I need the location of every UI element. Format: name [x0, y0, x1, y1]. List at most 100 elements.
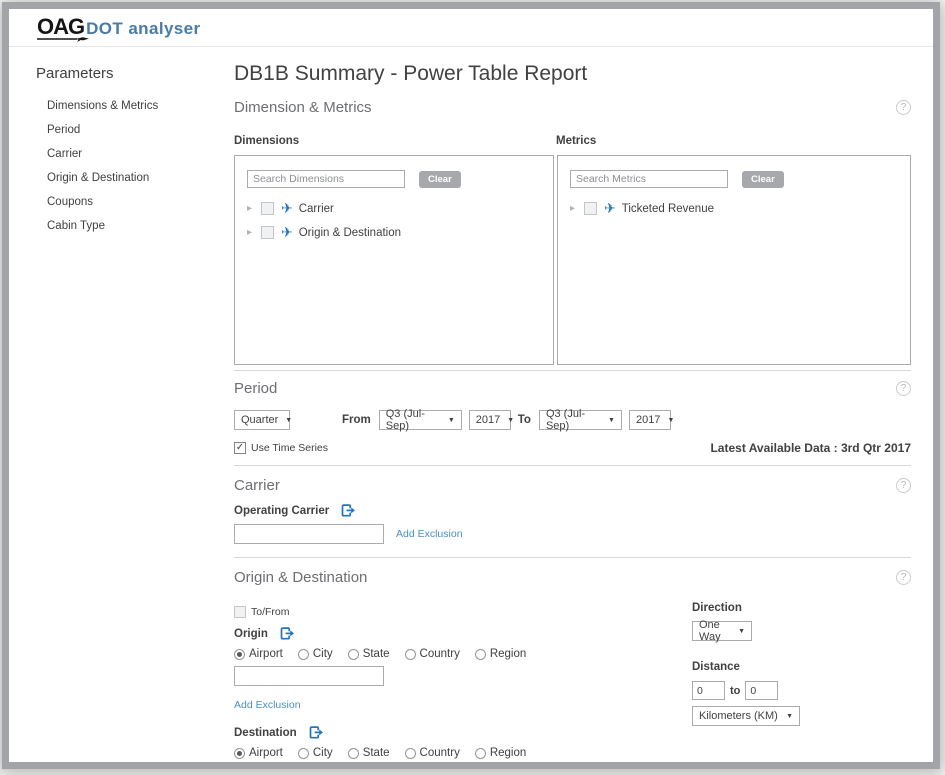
lookup-export-icon[interactable]: [341, 504, 356, 517]
origin-input[interactable]: [234, 666, 384, 686]
radio-label: State: [363, 747, 390, 759]
plane-icon: ✈: [604, 200, 616, 217]
radio-city[interactable]: [298, 748, 309, 759]
operating-carrier-input[interactable]: [234, 524, 384, 544]
distance-min-input[interactable]: [692, 681, 725, 700]
radio-option[interactable]: Airport: [234, 747, 283, 759]
clear-metrics-button[interactable]: Clear: [742, 171, 784, 188]
lookup-export-icon[interactable]: [309, 726, 324, 739]
dimension-metrics-section-head: Dimension & Metrics ?: [234, 99, 911, 116]
expand-caret-icon[interactable]: ▸: [247, 227, 259, 238]
radio-option[interactable]: City: [298, 747, 333, 759]
radio-label: Airport: [249, 747, 283, 759]
section-divider: [234, 465, 911, 466]
radio-option[interactable]: Airport: [234, 648, 283, 660]
radio-option[interactable]: State: [348, 648, 390, 660]
page-title: DB1B Summary - Power Table Report: [234, 62, 911, 86]
radio-city[interactable]: [298, 649, 309, 660]
carrier-input-row: Add Exclusion: [234, 524, 911, 544]
search-dimensions-input[interactable]: [247, 170, 405, 188]
dropdown-caret-icon: ▼: [786, 713, 793, 720]
origin-add-exclusion-link[interactable]: Add Exclusion: [234, 699, 301, 711]
expand-caret-icon[interactable]: ▸: [570, 203, 582, 214]
dropdown-caret-icon: ▼: [285, 417, 292, 424]
to-from-checkbox[interactable]: [234, 606, 246, 618]
period-title: Period: [234, 380, 277, 397]
dimensions-tree: ▸ ✈ Carrier ▸ ✈ Origin & Destination: [247, 200, 541, 241]
from-year-dropdown[interactable]: 2017 ▼: [469, 410, 511, 430]
od-section-head: Origin & Destination ?: [234, 569, 911, 586]
radio-region[interactable]: [475, 649, 486, 660]
plane-underline-icon: [37, 35, 89, 43]
to-year-dropdown[interactable]: 2017 ▼: [629, 410, 671, 430]
radio-region[interactable]: [475, 748, 486, 759]
from-year-value: 2017: [476, 414, 500, 426]
distance-to-label: to: [730, 685, 740, 697]
od-title: Origin & Destination: [234, 569, 367, 586]
sidebar-item-period[interactable]: Period: [36, 118, 234, 142]
radio-option[interactable]: Country: [405, 648, 460, 660]
distance-max-input[interactable]: [745, 681, 778, 700]
dropdown-caret-icon: ▼: [507, 417, 514, 424]
carrier-checkbox[interactable]: [261, 202, 274, 215]
radio-label: City: [313, 648, 333, 660]
main-content: DB1B Summary - Power Table Report Dimens…: [234, 47, 933, 762]
sidebar-item-origin-destination[interactable]: Origin & Destination: [36, 166, 234, 190]
dropdown-caret-icon: ▼: [448, 417, 455, 424]
help-icon[interactable]: ?: [896, 478, 911, 493]
radio-country[interactable]: [405, 649, 416, 660]
section-divider: [234, 557, 911, 558]
operating-carrier-row: Operating Carrier: [234, 504, 911, 517]
sidebar-item-cabin-type[interactable]: Cabin Type: [36, 214, 234, 238]
radio-airport[interactable]: [234, 748, 245, 759]
granularity-dropdown[interactable]: Quarter ▼: [234, 410, 290, 430]
parameters-sidebar: Parameters Dimensions & Metrics Period C…: [9, 47, 234, 762]
lookup-export-icon[interactable]: [280, 627, 295, 640]
sidebar-item-coupons[interactable]: Coupons: [36, 190, 234, 214]
radio-label: City: [313, 747, 333, 759]
use-time-series-checkbox[interactable]: ✓: [234, 442, 246, 454]
clear-dimensions-button[interactable]: Clear: [419, 171, 461, 188]
to-year-value: 2017: [636, 414, 660, 426]
radio-airport[interactable]: [234, 649, 245, 660]
ticketed-revenue-checkbox[interactable]: [584, 202, 597, 215]
radio-option[interactable]: Region: [475, 747, 526, 759]
dimensions-label: Dimensions: [234, 135, 556, 147]
radio-option[interactable]: Region: [475, 648, 526, 660]
sidebar-item-dimensions-metrics[interactable]: Dimensions & Metrics: [36, 94, 234, 118]
direction-dropdown[interactable]: One Way ▼: [692, 621, 752, 641]
distance-unit-dropdown[interactable]: Kilometers (KM) ▼: [692, 706, 800, 726]
tree-item-label[interactable]: Origin & Destination: [299, 227, 401, 239]
sidebar-item-carrier[interactable]: Carrier: [36, 142, 234, 166]
radio-option[interactable]: Country: [405, 747, 460, 759]
search-metrics-input[interactable]: [570, 170, 728, 188]
to-quarter-value: Q3 (Jul-Sep): [546, 408, 601, 432]
radio-state[interactable]: [348, 649, 359, 660]
destination-geo-level-radios: Airport City State: [234, 747, 911, 759]
carrier-add-exclusion-link[interactable]: Add Exclusion: [396, 528, 463, 540]
section-divider: [234, 370, 911, 371]
origin-destination-checkbox[interactable]: [261, 226, 274, 239]
help-icon[interactable]: ?: [896, 381, 911, 396]
radio-label: Country: [420, 648, 460, 660]
from-quarter-dropdown[interactable]: Q3 (Jul-Sep) ▼: [379, 410, 462, 430]
metrics-label: Metrics: [556, 135, 596, 147]
tree-item-label[interactable]: Ticketed Revenue: [622, 203, 714, 215]
radio-option[interactable]: City: [298, 648, 333, 660]
to-quarter-dropdown[interactable]: Q3 (Jul-Sep) ▼: [539, 410, 622, 430]
carrier-section-head: Carrier ?: [234, 477, 911, 494]
period-controls: Quarter ▼ From Q3 (Jul-Sep) ▼ 2017 ▼ To …: [234, 410, 911, 430]
radio-option[interactable]: State: [348, 747, 390, 759]
tree-item-label[interactable]: Carrier: [299, 203, 334, 215]
help-icon[interactable]: ?: [896, 570, 911, 585]
expand-caret-icon[interactable]: ▸: [247, 203, 259, 214]
radio-state[interactable]: [348, 748, 359, 759]
plane-icon: ✈: [281, 224, 293, 241]
sidebar-title: Parameters: [36, 65, 234, 82]
direction-label: Direction: [692, 602, 922, 614]
plane-icon: ✈: [281, 200, 293, 217]
product-name: DOT analyser: [86, 19, 200, 39]
app-window: OAG DOT analyser Parameters Dimensions &…: [9, 9, 933, 762]
help-icon[interactable]: ?: [896, 100, 911, 115]
radio-country[interactable]: [405, 748, 416, 759]
